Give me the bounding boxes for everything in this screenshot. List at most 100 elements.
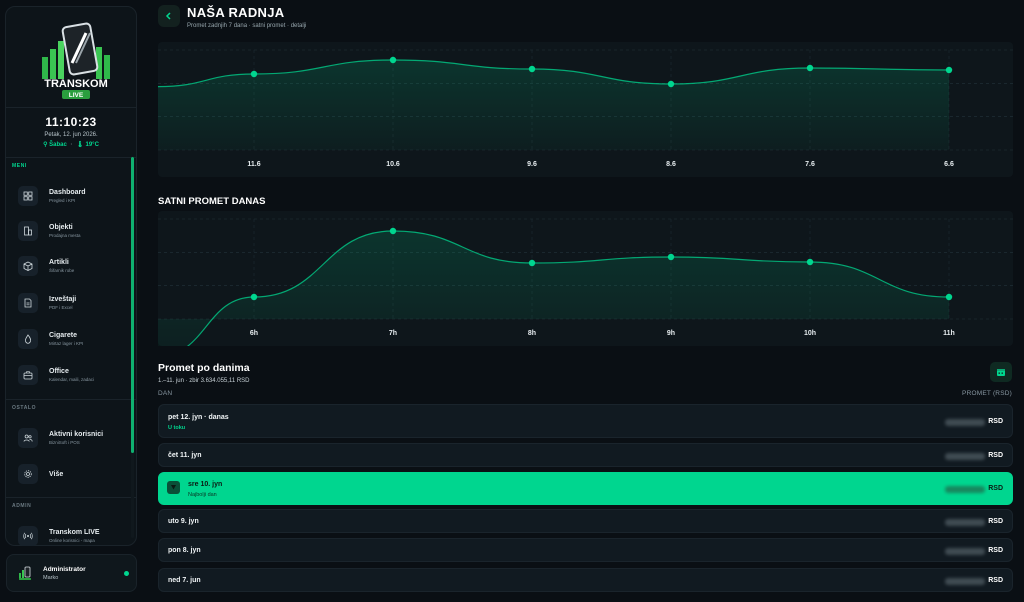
- hourly-chart-tick-label: 6h: [250, 330, 258, 337]
- hourly-chart-tick-label: 11h: [943, 330, 955, 337]
- daily-chart-point[interactable]: [945, 66, 953, 74]
- sidebar-item-label: Izveštaji: [49, 296, 77, 303]
- hidden-amount: [945, 578, 985, 585]
- broadcast-icon: [18, 526, 38, 546]
- chevron-left-icon: [165, 12, 171, 20]
- daily-chart-point[interactable]: [528, 65, 536, 73]
- hourly-chart-point[interactable]: [389, 227, 397, 235]
- daily-chart-tick-label: 11.6: [247, 161, 260, 168]
- sidebar-item-sub: Kalendar, maili, zadaci: [49, 377, 95, 382]
- sidebar-item-sub: Šifarnik robe: [49, 268, 75, 273]
- sidebar-item-label: Aktivni korisnici: [49, 431, 104, 438]
- user-name: Marko: [43, 574, 59, 581]
- daily-chart-tick-label: 10.6: [386, 161, 400, 168]
- weather-city: Šabac: [49, 142, 67, 148]
- day-label: čet 11. jyn: [168, 452, 202, 459]
- currency-label: RSD: [988, 452, 1003, 459]
- hourly-chart-tick-label: 9h: [667, 330, 675, 337]
- hidden-amount: [945, 419, 985, 426]
- sidebar: TRANSKOM LIVE 11:10:23 Petak, 12. jun 20…: [5, 6, 137, 546]
- back-button[interactable]: [158, 5, 180, 27]
- daily-chart-point[interactable]: [806, 64, 814, 72]
- hidden-amount: [945, 453, 985, 460]
- day-row[interactable]: pet 12. jyn · danas U toku RSD: [158, 404, 1013, 438]
- thermometer-icon: 🌡: [76, 142, 84, 148]
- sidebar-item-artikli[interactable]: Artikli Šifarnik robe: [12, 251, 128, 281]
- daily-chart-tick-label: 6.6: [944, 161, 954, 168]
- sidebar-item-objekti[interactable]: Objekti Prodajna mesta: [12, 216, 128, 246]
- daily-revenue-chart-svg: 11.6 10.6 9.6 8.6 7.6 6.6: [158, 49, 1013, 168]
- daily-revenue-chart: 11.6 10.6 9.6 8.6 7.6 6.6: [158, 42, 1013, 177]
- hourly-chart-title: SATNI PROMET DANAS: [158, 196, 266, 207]
- weather-line: ⚲ Šabac · 🌡 19°C: [43, 142, 99, 148]
- sidebar-item-label: Objekti: [49, 224, 73, 231]
- sidebar-item-izvestaji[interactable]: Izveštaji PDF i Excel: [12, 288, 128, 318]
- trophy-icon: [167, 481, 180, 494]
- online-status-dot: [124, 571, 129, 576]
- hourly-chart-point[interactable]: [667, 253, 675, 261]
- daily-chart-tick-label: 7.6: [805, 161, 815, 168]
- currency-label: RSD: [988, 547, 1003, 554]
- col-header-day: DAN: [158, 390, 173, 397]
- weather-temp: 19°C: [85, 142, 99, 148]
- sidebar-item-aktivni-korisnici[interactable]: Aktivni korisnici BizniSoft i POS: [12, 423, 128, 453]
- daily-chart-tick-label: 9.6: [527, 161, 537, 168]
- hidden-amount: [945, 519, 985, 526]
- currency-label: RSD: [988, 485, 1003, 492]
- day-label: sre 10. jyn: [188, 481, 223, 488]
- clock-time: 11:10:23: [45, 115, 97, 129]
- hourly-chart-point[interactable]: [945, 293, 953, 301]
- sidebar-item-transkom-live[interactable]: Transkom LIVE Online korisnici - mapa: [12, 521, 128, 551]
- admin-section-label: ADMIN: [12, 503, 32, 509]
- day-label: pon 8. jyn: [168, 547, 201, 554]
- hourly-chart-point[interactable]: [528, 259, 536, 267]
- menu-section-label: MENI: [12, 163, 27, 169]
- hourly-revenue-chart: 6h 7h 8h 9h 10h 11h: [158, 211, 1013, 346]
- daily-list-title: Promet po danima: [158, 362, 250, 374]
- day-status: Najbolji dan: [188, 492, 217, 498]
- svg-text:TRANSKOM: TRANSKOM: [44, 78, 108, 90]
- sidebar-item-dashboard[interactable]: Dashboard Pregled i KPI: [12, 181, 128, 211]
- day-label: pet 12. jyn · danas: [168, 414, 229, 421]
- hourly-chart-area: [158, 231, 949, 346]
- daily-chart-point[interactable]: [250, 70, 258, 78]
- building-icon: [18, 221, 38, 241]
- day-row-best[interactable]: sre 10. jyn Najbolji dan RSD: [158, 472, 1013, 505]
- user-card[interactable]: Administrator Marko: [6, 554, 137, 592]
- grid-icon: [18, 186, 38, 206]
- calendar-icon: [997, 369, 1005, 376]
- clock-panel: 11:10:23 Petak, 12. jun 2026. ⚲ Šabac · …: [6, 107, 136, 157]
- day-label: uto 9. jyn: [168, 518, 199, 525]
- sidebar-item-label: Artikli: [49, 259, 69, 266]
- briefcase-icon: [18, 365, 38, 385]
- page-subtitle: Promet zadnjih 7 dana · satni promet · d…: [187, 23, 307, 29]
- hourly-chart-point[interactable]: [806, 258, 814, 266]
- document-icon: [18, 293, 38, 313]
- other-section-label: OSTALO: [12, 405, 37, 411]
- sidebar-scrollbar[interactable]: [131, 157, 134, 453]
- daily-chart-point[interactable]: [389, 56, 397, 64]
- hidden-amount: [945, 548, 985, 555]
- hourly-revenue-chart-svg: 6h 7h 8h 9h 10h 11h: [158, 218, 1013, 346]
- day-label: ned 7. jun: [168, 577, 201, 584]
- day-row[interactable]: uto 9. jyn RSD: [158, 509, 1013, 533]
- user-role: Administrator: [43, 565, 86, 573]
- hourly-chart-point[interactable]: [250, 293, 258, 301]
- box-icon: [18, 256, 38, 276]
- sidebar-item-label: Transkom LIVE: [49, 529, 100, 536]
- sidebar-item-sub: Pregled i KPI: [49, 198, 76, 203]
- sidebar-item-cigarete[interactable]: Cigarete Mirtaz lager i KPI: [12, 324, 128, 354]
- calendar-button[interactable]: [990, 362, 1012, 382]
- day-row[interactable]: pon 8. jyn RSD: [158, 538, 1013, 562]
- hourly-chart-tick-label: 10h: [804, 330, 816, 337]
- sidebar-item-sub: Online korisnici - mapa: [49, 538, 95, 543]
- sidebar-item-sub: Mirtaz lager i KPI: [49, 341, 84, 346]
- transkom-logo: TRANSKOM LIVE: [36, 21, 116, 103]
- sidebar-item-sub: PDF i Excel: [49, 305, 73, 310]
- sidebar-item-office[interactable]: Office Kalendar, maili, zadaci: [12, 360, 128, 390]
- day-row[interactable]: ned 7. jun RSD: [158, 568, 1013, 592]
- sidebar-item-vise[interactable]: Više: [12, 459, 128, 489]
- daily-chart-point[interactable]: [667, 80, 675, 88]
- page-title: NAŠA RADNJA: [187, 5, 285, 20]
- day-row[interactable]: čet 11. jyn RSD: [158, 443, 1013, 467]
